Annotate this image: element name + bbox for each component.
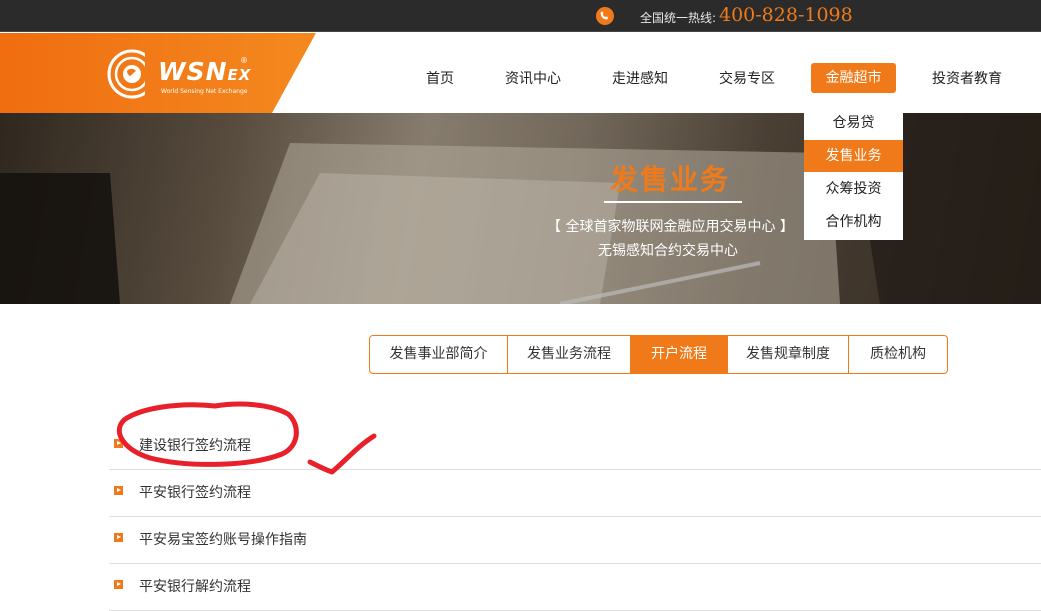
list-item[interactable]: 平安银行签约流程 <box>109 470 1041 517</box>
logo-tagline: World Sensing Net Exchange <box>161 88 248 95</box>
banner-title: 发售业务 <box>610 163 731 196</box>
nav-about[interactable]: 走进感知 <box>612 68 668 88</box>
dropdown-item-warehouse-loan[interactable]: 仓易贷 <box>804 107 903 139</box>
dropdown-item-issuance[interactable]: 发售业务 <box>804 140 903 172</box>
registered-mark: ® <box>240 56 248 65</box>
logo-globe-icon[interactable] <box>105 47 159 101</box>
top-bar <box>0 0 1041 32</box>
banner-subtitle: 【 全球首家物联网金融应用交易中心 】 <box>547 219 794 235</box>
arrow-right-icon <box>114 580 123 589</box>
banner-divider <box>604 201 742 203</box>
nav-finance-market[interactable]: 金融超市 <box>811 63 896 93</box>
arrow-right-icon <box>114 486 123 495</box>
section-tabs: 发售事业部简介 发售业务流程 开户流程 发售规章制度 质检机构 <box>369 335 948 374</box>
list-item-label[interactable]: 平安银行签约流程 <box>139 482 251 502</box>
list-item[interactable]: 平安易宝签约账号操作指南 <box>109 517 1041 564</box>
dropdown-item-crowdfunding[interactable]: 众筹投资 <box>804 173 903 205</box>
tab-issuance-process[interactable]: 发售业务流程 <box>508 336 631 373</box>
hotline-number: 400-828-1098 <box>719 4 853 26</box>
tab-issuance-rules[interactable]: 发售规章制度 <box>728 336 849 373</box>
tab-issuance-intro[interactable]: 发售事业部简介 <box>370 336 508 373</box>
list-item-label[interactable]: 平安银行解约流程 <box>139 576 251 596</box>
nav-trading[interactable]: 交易专区 <box>719 68 775 88</box>
list-item[interactable]: 建设银行签约流程 <box>109 423 1041 470</box>
hotline-label: 全国统一热线: <box>640 11 717 25</box>
nav-home[interactable]: 首页 <box>426 68 454 88</box>
tab-inspection-agencies[interactable]: 质检机构 <box>849 336 947 373</box>
banner-subtitle-secondary: 无锡感知合约交易中心 <box>598 243 738 259</box>
phone-icon <box>596 7 614 25</box>
dropdown-item-partners[interactable]: 合作机构 <box>804 206 903 238</box>
list-item-label[interactable]: 建设银行签约流程 <box>139 435 251 455</box>
nav-investor-education[interactable]: 投资者教育 <box>932 68 1002 88</box>
finance-dropdown-menu: 仓易贷 发售业务 众筹投资 合作机构 <box>804 105 903 240</box>
logo-wordmark[interactable]: WSNEX <box>158 57 251 86</box>
arrow-right-icon <box>114 439 123 448</box>
tab-account-opening[interactable]: 开户流程 <box>631 336 728 373</box>
list-item[interactable]: 平安银行解约流程 <box>109 564 1041 611</box>
nav-news[interactable]: 资讯中心 <box>505 68 561 88</box>
arrow-right-icon <box>114 533 123 542</box>
list-item-label[interactable]: 平安易宝签约账号操作指南 <box>139 529 307 549</box>
